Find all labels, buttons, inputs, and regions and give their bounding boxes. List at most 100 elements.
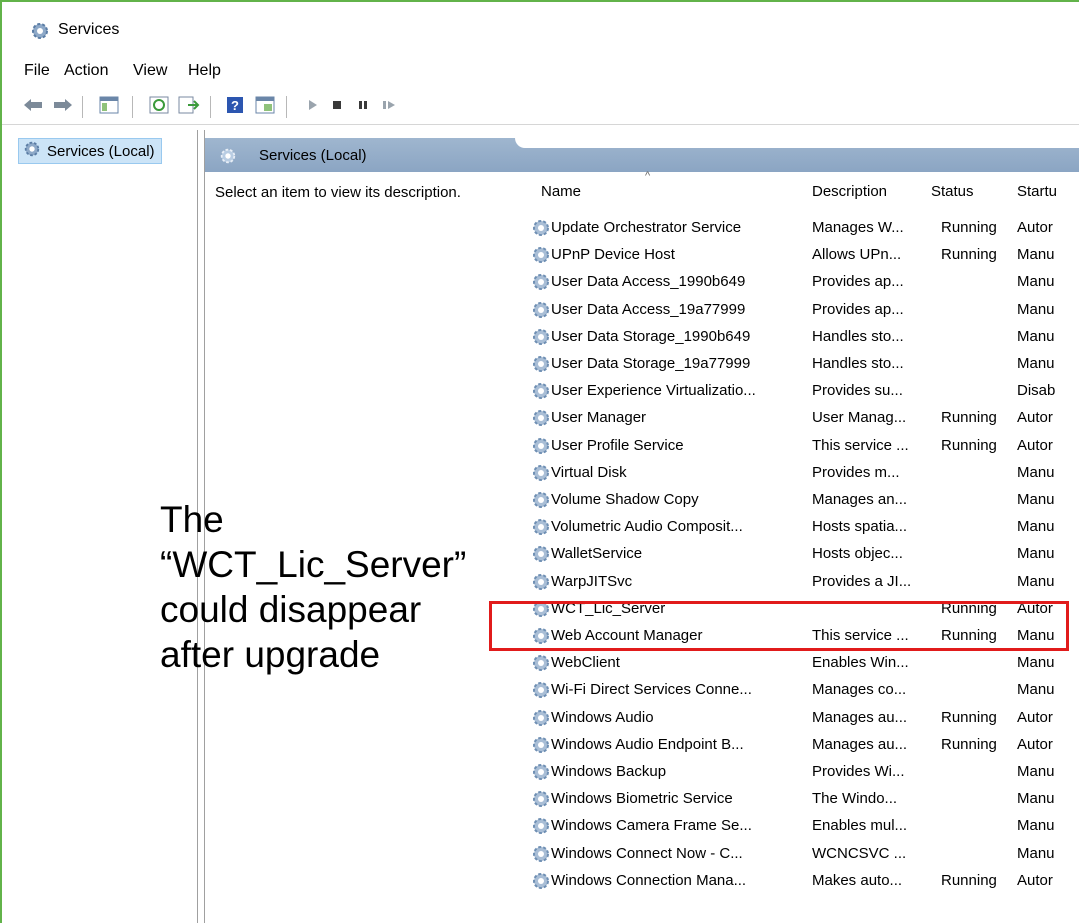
service-startup-type: Autor: [1017, 708, 1053, 726]
service-gear-icon: [531, 490, 551, 510]
menu-help[interactable]: Help: [188, 62, 221, 80]
service-description: Enables mul...: [812, 817, 908, 835]
service-startup-type: Manu: [1017, 790, 1055, 808]
service-description: Manages co...: [812, 681, 907, 699]
start-service-icon[interactable]: [302, 94, 324, 116]
toolbar-separator: [210, 96, 211, 118]
service-name: User Data Access_19a77999: [551, 300, 746, 318]
service-row[interactable]: Virtual Disk Provides m... Manu: [525, 461, 1079, 487]
service-gear-icon: [531, 300, 551, 320]
service-description: Provides ap...: [812, 300, 904, 318]
service-status: Running: [941, 871, 997, 889]
service-startup-type: Manu: [1017, 545, 1055, 563]
services-gear-icon: [219, 147, 237, 169]
service-startup-type: Autor: [1017, 735, 1053, 753]
column-header-name[interactable]: Name: [541, 183, 581, 200]
column-header-startup-type[interactable]: Startu: [1017, 183, 1057, 200]
stop-service-icon[interactable]: [326, 94, 348, 116]
service-row[interactable]: User Data Access_1990b649 Provides ap... M…: [525, 270, 1079, 296]
service-gear-icon: [531, 245, 551, 265]
service-startup-type: Autor: [1017, 409, 1053, 427]
service-description: Provides m...: [812, 463, 900, 481]
service-row[interactable]: WalletService Hosts objec... Manu: [525, 542, 1079, 568]
service-gear-icon: [531, 680, 551, 700]
service-gear-icon: [531, 572, 551, 592]
service-gear-icon: [531, 327, 551, 347]
refresh-icon[interactable]: [148, 94, 170, 116]
properties-icon[interactable]: [254, 94, 276, 116]
service-description: Provides Wi...: [812, 763, 905, 780]
service-startup-type: Manu: [1017, 246, 1055, 264]
service-row[interactable]: UPnP Device Host Allows UPn... Running Manu: [525, 243, 1079, 269]
toolbar-separator: [286, 96, 287, 118]
service-description: Manages au...: [812, 708, 908, 726]
highlight-box: [489, 601, 1069, 651]
menu-file[interactable]: File: [24, 62, 50, 80]
service-status: Running: [941, 436, 997, 454]
title-bar: Services: [2, 2, 1079, 58]
service-gear-icon: [531, 653, 551, 673]
service-row[interactable]: WebClient Enables Win... Manu: [525, 651, 1079, 677]
service-row[interactable]: User Data Storage_1990b649 Handles sto...…: [525, 325, 1079, 351]
service-description: Handles sto...: [812, 355, 904, 372]
column-header-status[interactable]: Status: [931, 183, 974, 200]
services-window: Services File Action View Help ? Service…: [0, 0, 1079, 923]
service-row[interactable]: Windows Audio Manages au... Running Autor: [525, 706, 1079, 732]
service-row[interactable]: Windows Backup Provides Wi... Manu: [525, 760, 1079, 786]
service-description: Provides ap...: [812, 273, 904, 291]
service-row[interactable]: User Experience Virtualizatio... Provides…: [525, 379, 1079, 405]
service-row[interactable]: Update Orchestrator Service Manages W... R…: [525, 216, 1079, 242]
service-description: Manages an...: [812, 491, 908, 508]
service-startup-type: Manu: [1017, 300, 1055, 318]
service-gear-icon: [531, 816, 551, 836]
service-name: Windows Connection Mana...: [551, 871, 747, 889]
service-gear-icon: [531, 844, 551, 864]
service-startup-type: Autor: [1017, 871, 1053, 889]
service-name: WebClient: [551, 654, 620, 672]
restart-service-icon[interactable]: [378, 94, 400, 116]
column-header-description[interactable]: Description: [812, 183, 887, 200]
service-row[interactable]: WarpJITSvc Provides a JI... Manu: [525, 570, 1079, 596]
sort-ascending-icon: ^: [645, 170, 651, 182]
toolbar-separator: [82, 96, 83, 118]
service-row[interactable]: Windows Audio Endpoint B... Manages au...…: [525, 733, 1079, 759]
tree-item-services-local[interactable]: Services (Local): [18, 138, 162, 164]
service-startup-type: Manu: [1017, 518, 1055, 536]
service-row[interactable]: User Profile Service This service ... Runn…: [525, 434, 1079, 460]
show-hide-console-tree-icon[interactable]: [98, 94, 120, 116]
service-gear-icon: [531, 708, 551, 728]
service-row[interactable]: Windows Connection Mana... Makes auto... R…: [525, 869, 1079, 895]
pause-service-icon[interactable]: [352, 94, 374, 116]
service-row[interactable]: User Data Storage_19a77999 Handles sto...…: [525, 352, 1079, 378]
service-startup-type: Manu: [1017, 273, 1055, 291]
service-status: Running: [941, 708, 997, 726]
toolbar: ?: [2, 88, 1079, 125]
service-row[interactable]: Volume Shadow Copy Manages an... Manu: [525, 488, 1079, 514]
service-row[interactable]: User Manager User Manag... Running Autor: [525, 406, 1079, 432]
service-status: Running: [941, 246, 997, 264]
service-startup-type: Manu: [1017, 355, 1055, 372]
service-row[interactable]: Windows Connect Now - C... WCNCSVC ... Man…: [525, 842, 1079, 868]
help-icon[interactable]: ?: [224, 94, 246, 116]
service-row[interactable]: Wi-Fi Direct Services Conne... Manages co…: [525, 678, 1079, 704]
export-list-icon[interactable]: [178, 94, 200, 116]
menu-bar: File Action View Help: [2, 58, 1079, 88]
service-row[interactable]: Windows Biometric Service The Windo... Man…: [525, 787, 1079, 813]
service-status: Running: [941, 219, 997, 236]
menu-action[interactable]: Action: [64, 62, 108, 80]
service-row[interactable]: User Data Access_19a77999 Provides ap... M…: [525, 298, 1079, 324]
service-name: Windows Backup: [551, 763, 667, 780]
service-startup-type: Manu: [1017, 681, 1055, 699]
service-startup-type: Manu: [1017, 844, 1055, 862]
service-gear-icon: [531, 463, 551, 483]
panel-title: Services (Local): [259, 147, 367, 164]
service-gear-icon: [531, 517, 551, 537]
service-name: Virtual Disk: [551, 463, 627, 481]
service-row[interactable]: Windows Camera Frame Se... Enables mul...…: [525, 814, 1079, 840]
back-icon[interactable]: [22, 94, 44, 116]
service-row[interactable]: Volumetric Audio Composit... Hosts spatia…: [525, 515, 1079, 541]
service-gear-icon: [531, 762, 551, 782]
panel-header: Services (Local): [205, 138, 1079, 172]
forward-icon[interactable]: [52, 94, 74, 116]
menu-view[interactable]: View: [133, 62, 167, 80]
